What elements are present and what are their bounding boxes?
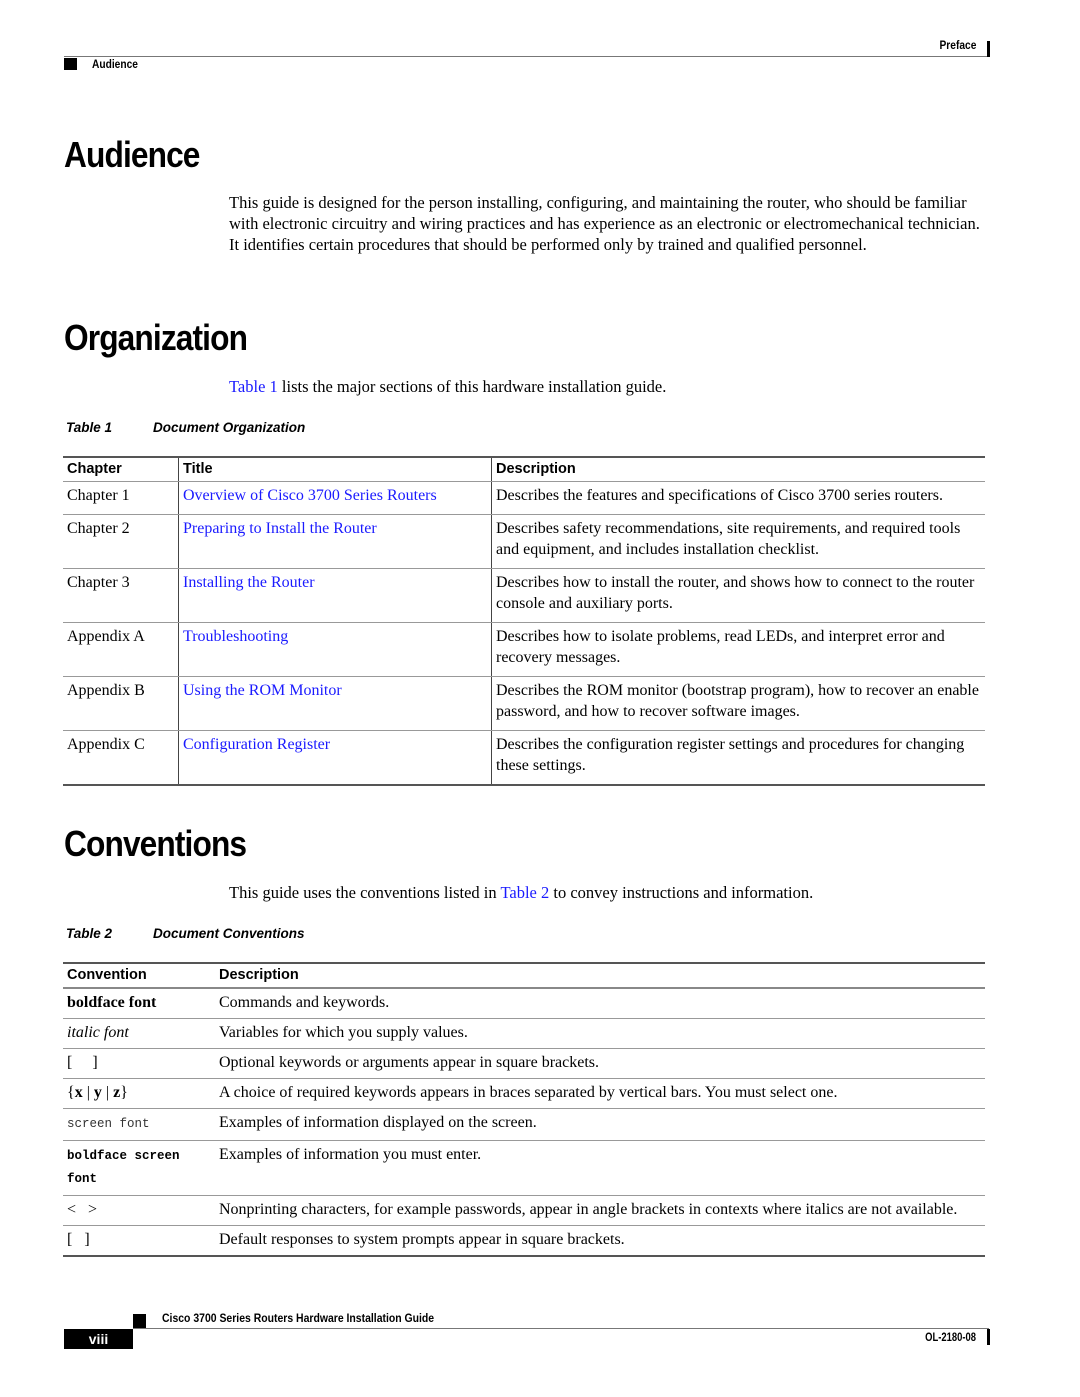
table-row: boldface font Commands and keywords. [63, 988, 985, 1019]
table-row: Appendix C Configuration Register Describe… [63, 730, 985, 785]
document-organization-table: Chapter Title Description Chapter 1 Overv… [63, 456, 985, 786]
convention-sample: screen font [67, 1117, 150, 1131]
table-2-caption: Table 2 Document Conventions [66, 926, 305, 941]
convention-sample: < > [67, 1201, 98, 1218]
title-cell: Troubleshooting [178, 622, 492, 677]
table-header-row: Convention Description [63, 963, 985, 989]
title-cell: Preparing to Install the Router [178, 514, 492, 569]
organization-intro: Table 1 lists the major sections of this… [229, 376, 994, 397]
description-cell: Default responses to system prompts appe… [219, 1231, 625, 1248]
table-row: [ ] Default responses to system prompts a… [63, 1226, 985, 1257]
table-row: [ ] Optional keywords or arguments appear… [63, 1048, 985, 1079]
convention-sample: {x | y | z} [67, 1084, 128, 1101]
conventions-heading: Conventions [64, 823, 247, 864]
column-header-chapter: Chapter [63, 457, 179, 482]
chapter-cell: Appendix C [67, 736, 145, 753]
chapter-cell: Chapter 1 [63, 481, 179, 515]
footer-document-number: OL-2180-08 [925, 1332, 976, 1344]
table-1-caption-title: Document Organization [153, 420, 306, 435]
description-cell: Describes the features and specification… [491, 481, 985, 515]
table-row: boldface screen font Examples of informat… [63, 1140, 985, 1196]
footer-guide-title: Cisco 3700 Series Routers Hardware Insta… [162, 1311, 435, 1325]
chapter-cell: Appendix A [63, 622, 179, 677]
document-conventions-table: Convention Description boldface font Comm… [63, 962, 985, 1257]
table-2-caption-title: Document Conventions [153, 926, 305, 941]
header-topic-label: Audience [92, 57, 138, 71]
convention-cell: screen font [63, 1108, 215, 1141]
conventions-intro-before: This guide uses the conventions listed i… [229, 883, 501, 902]
title-cell: Installing the Router [178, 568, 492, 623]
header-section-label: Preface [939, 38, 976, 52]
convention-sample: italic font [67, 1024, 129, 1041]
footer-right-bar [987, 1329, 990, 1345]
header-rule [64, 56, 989, 57]
column-header-description: Description [491, 457, 985, 482]
convention-cell: [ ] [63, 1226, 215, 1257]
table-row: Chapter 1 Overview of Cisco 3700 Series R… [63, 481, 985, 515]
chapter-title-link[interactable]: Troubleshooting [183, 628, 288, 645]
chapter-title-link[interactable]: Overview of Cisco 3700 Series Routers [183, 487, 437, 504]
description-cell: Commands and keywords. [215, 988, 985, 1019]
table-header-row: Chapter Title Description [63, 457, 985, 482]
chapter-cell: Chapter 3 [63, 568, 179, 623]
convention-cell: < > [63, 1195, 215, 1226]
table-row: Chapter 2 Preparing to Install the Router… [63, 514, 985, 569]
chapter-title-link[interactable]: Configuration Register [183, 736, 330, 753]
description-cell: Describes the ROM monitor (bootstrap pro… [491, 676, 985, 731]
description-cell: Variables for which you supply values. [215, 1018, 985, 1049]
description-cell: Describes the configuration register set… [491, 730, 985, 785]
chapter-cell: Chapter 2 [63, 514, 179, 569]
description-cell: Describes safety recommendations, site r… [491, 514, 985, 569]
table-row: Chapter 3 Installing the Router Describes … [63, 568, 985, 623]
table-1-caption: Table 1 Document Organization [66, 420, 305, 435]
table-row: {x | y | z} A choice of required keywords… [63, 1078, 985, 1109]
footer-marker-square [133, 1314, 146, 1328]
conventions-intro: This guide uses the conventions listed i… [229, 882, 994, 903]
table-1-link[interactable]: Table 1 [229, 377, 278, 396]
organization-intro-text: lists the major sections of this hardwar… [277, 377, 667, 396]
header-right-bar [987, 41, 990, 57]
table-2-caption-number: Table 2 [66, 926, 113, 941]
description-cell: Examples of information you must enter. [215, 1140, 985, 1196]
table-row: Appendix B Using the ROM Monitor Describes… [63, 676, 985, 731]
description-cell: Optional keywords or arguments appear in… [215, 1048, 985, 1079]
footer-page-number: viii [64, 1329, 133, 1349]
description-cell: Describes how to isolate problems, read … [491, 622, 985, 677]
table-row: screen font Examples of information displ… [63, 1108, 985, 1141]
convention-cell: boldface screen font [63, 1140, 215, 1196]
convention-sample: boldface font [67, 994, 157, 1011]
title-cell: Configuration Register [178, 730, 492, 785]
column-header-title: Title [178, 457, 492, 482]
audience-heading: Audience [64, 134, 200, 175]
table-row: < > Nonprinting characters, for example p… [63, 1195, 985, 1226]
description-cell: A choice of required keywords appears in… [215, 1078, 985, 1109]
chapter-title-link[interactable]: Installing the Router [183, 574, 315, 591]
description-cell: Examples of information displayed on the… [215, 1108, 985, 1141]
table-2-link[interactable]: Table 2 [500, 883, 549, 902]
description-cell: Nonprinting characters, for example pass… [215, 1195, 985, 1226]
title-cell: Using the ROM Monitor [178, 676, 492, 731]
organization-heading: Organization [64, 317, 248, 358]
convention-sample: [ ] [67, 1231, 90, 1248]
description-cell: Describes how to install the router, and… [491, 568, 985, 623]
title-cell: Overview of Cisco 3700 Series Routers [178, 481, 492, 515]
table-1-caption-number: Table 1 [66, 420, 113, 435]
header-marker-square [64, 58, 77, 70]
convention-cell: boldface font [63, 988, 215, 1019]
chapter-title-link[interactable]: Preparing to Install the Router [183, 520, 377, 537]
convention-cell: {x | y | z} [63, 1078, 215, 1109]
column-header-description: Description [215, 963, 985, 989]
conventions-intro-after: to convey instructions and information. [549, 883, 814, 902]
footer-rule [133, 1328, 989, 1329]
convention-sample: boldface screen font [67, 1149, 188, 1186]
chapter-title-link[interactable]: Using the ROM Monitor [183, 682, 342, 699]
table-row: italic font Variables for which you suppl… [63, 1018, 985, 1049]
convention-sample: [ ] [67, 1054, 98, 1071]
convention-cell: italic font [63, 1018, 215, 1049]
audience-paragraph: This guide is designed for the person in… [229, 193, 980, 254]
column-header-convention: Convention [63, 963, 215, 989]
table-row: Appendix A Troubleshooting Describes how t… [63, 622, 985, 677]
convention-cell: [ ] [63, 1048, 215, 1079]
chapter-cell: Appendix B [63, 676, 179, 731]
